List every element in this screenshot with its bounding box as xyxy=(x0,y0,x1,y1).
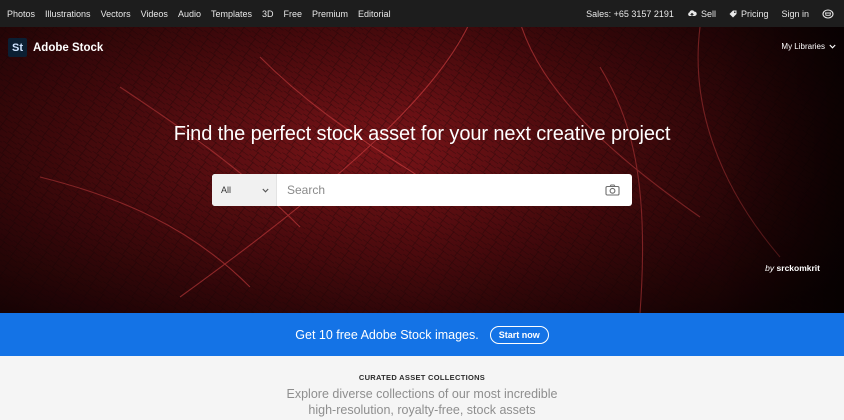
category-value: All xyxy=(221,185,232,195)
hero-headline: Find the perfect stock asset for your ne… xyxy=(173,123,671,145)
nav-3d[interactable]: 3D xyxy=(262,9,274,19)
top-nav: Photos Illustrations Vectors Videos Audi… xyxy=(0,0,844,27)
search-bar: All xyxy=(212,174,632,206)
pricing-link[interactable]: Pricing xyxy=(729,8,769,19)
camera-icon xyxy=(604,184,620,196)
cart-button[interactable] xyxy=(822,8,838,19)
credit-author: srckomkrit xyxy=(776,263,820,273)
pricing-label: Pricing xyxy=(740,8,769,19)
search-input[interactable] xyxy=(277,174,592,206)
adobe-stock-logo[interactable]: St Adobe Stock xyxy=(8,38,103,57)
nav-templates[interactable]: Templates xyxy=(211,9,252,19)
account-nav: Sales: +65 3157 2191 Sell Pricing Sign i… xyxy=(573,9,838,19)
category-select[interactable]: All xyxy=(212,174,277,206)
sign-in-link[interactable]: Sign in xyxy=(781,9,809,19)
promo-banner: Get 10 free Adobe Stock images. Start no… xyxy=(0,313,844,356)
promo-message: Get 10 free Adobe Stock images. xyxy=(295,327,479,342)
chevron-down-icon xyxy=(262,188,269,193)
curated-description: Explore diverse collections of our most … xyxy=(286,387,558,417)
nav-vectors[interactable]: Vectors xyxy=(101,9,131,19)
my-libraries-button[interactable]: My Libraries xyxy=(781,42,836,51)
sales-phone[interactable]: Sales: +65 3157 2191 xyxy=(586,9,674,19)
curated-eyebrow: CURATED ASSET COLLECTIONS xyxy=(358,373,486,382)
hero-background-image xyxy=(0,27,844,313)
pricing-tag-icon xyxy=(729,10,737,17)
nav-illustrations[interactable]: Illustrations xyxy=(45,9,91,19)
chevron-down-icon xyxy=(829,44,836,49)
nav-videos[interactable]: Videos xyxy=(141,9,168,19)
visual-search-button[interactable] xyxy=(592,184,632,196)
sell-link[interactable]: Sell xyxy=(687,9,716,19)
sell-label: Sell xyxy=(700,8,716,19)
nav-free[interactable]: Free xyxy=(284,9,303,19)
asset-type-nav: Photos Illustrations Vectors Videos Audi… xyxy=(7,9,401,19)
cart-icon xyxy=(822,8,834,19)
stock-badge: St xyxy=(8,38,27,57)
nav-editorial[interactable]: Editorial xyxy=(358,9,391,19)
nav-photos[interactable]: Photos xyxy=(7,9,35,19)
hero: St Adobe Stock My Libraries Find the per… xyxy=(0,27,844,313)
my-libraries-label: My Libraries xyxy=(781,42,825,51)
start-now-button[interactable]: Start now xyxy=(489,325,549,344)
sell-cloud-icon xyxy=(688,10,697,18)
nav-premium[interactable]: Premium xyxy=(312,9,348,19)
credit-prefix: by xyxy=(765,263,775,273)
nav-audio[interactable]: Audio xyxy=(178,9,201,19)
photo-credit[interactable]: by srckomkrit xyxy=(765,263,820,273)
curated-collections-section: CURATED ASSET COLLECTIONS Explore divers… xyxy=(0,356,844,420)
brand-name: Adobe Stock xyxy=(33,41,104,54)
